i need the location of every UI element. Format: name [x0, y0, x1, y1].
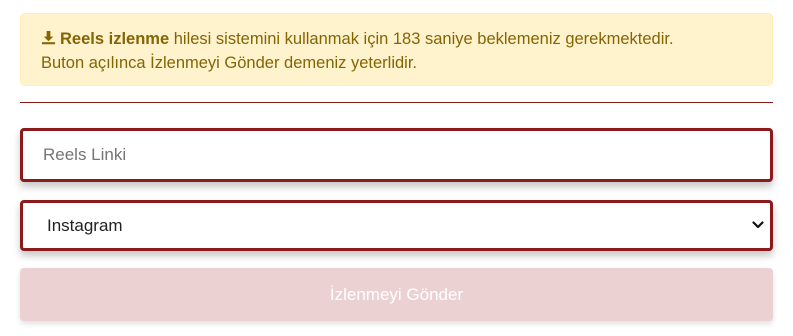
send-views-button[interactable]: İzlenmeyi Gönder	[20, 268, 773, 321]
divider	[20, 102, 773, 103]
alert-bold-text: Reels izlenme	[60, 30, 170, 48]
platform-select[interactable]: Instagram	[20, 200, 773, 251]
chevron-down-icon	[752, 221, 764, 229]
download-icon	[41, 30, 56, 45]
wait-notice-alert: Reels izlenme hilesi sistemini kullanmak…	[20, 13, 773, 86]
alert-text-part1: hilesi sistemini kullanmak için 183 sani…	[169, 30, 674, 48]
reels-link-field	[20, 128, 773, 182]
alert-line-1: Reels izlenme hilesi sistemini kullanmak…	[41, 27, 752, 51]
platform-select-value: Instagram	[47, 216, 123, 235]
reels-link-input[interactable]	[23, 131, 770, 179]
page: Reels izlenme hilesi sistemini kullanmak…	[0, 0, 793, 336]
alert-line-2: Buton açılınca İzlenmeyi Gönder demeniz …	[41, 54, 418, 72]
